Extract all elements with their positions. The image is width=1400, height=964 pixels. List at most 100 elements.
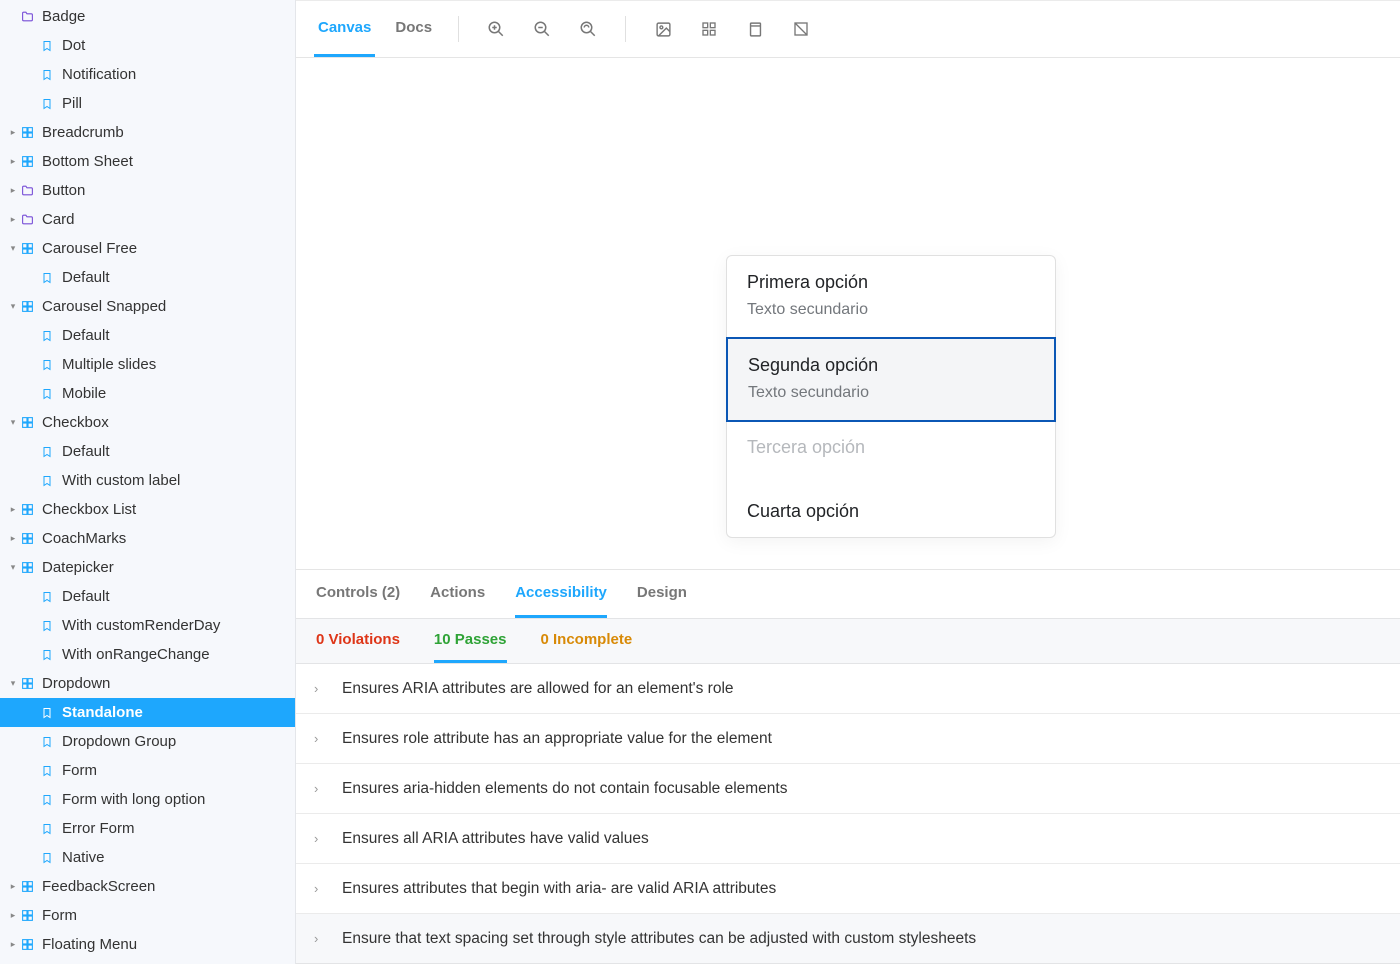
sidebar-item-datepicker[interactable]: ▾ Datepicker	[0, 553, 295, 582]
sidebar-item-label: FeedbackScreen	[42, 879, 155, 894]
zoom-out-icon[interactable]	[527, 14, 557, 44]
dropdown-component: Primera opción Texto secundario Segunda …	[726, 255, 1056, 538]
background-icon[interactable]	[648, 14, 678, 44]
sidebar-item-dropdown[interactable]: ▾Dropdown	[0, 669, 295, 698]
option-subtitle: Texto secundario	[747, 301, 1035, 319]
sidebar-item-default[interactable]: ▸Default	[0, 582, 295, 611]
sidebar-item-feedbackscreen[interactable]: ▸FeedbackScreen	[0, 872, 295, 901]
folder-icon	[18, 184, 36, 197]
zoom-reset-icon[interactable]	[573, 14, 603, 44]
chevron-right-icon: ▸	[8, 157, 18, 166]
chevron-down-icon: ▾	[8, 418, 18, 427]
measure-icon[interactable]	[786, 14, 816, 44]
dropdown-option[interactable]: Cuarta opción	[727, 485, 1055, 537]
sidebar-item-label: Button	[42, 183, 85, 198]
chevron-down-icon: ▾	[8, 244, 18, 253]
sidebar-item-card[interactable]: ▸Card	[0, 205, 295, 234]
chevron-down-icon: ▾	[8, 563, 18, 572]
bookmark-icon	[38, 359, 56, 371]
tab-docs[interactable]: Docs	[391, 1, 436, 57]
sidebar-item-with-onrangechange[interactable]: ▸With onRangeChange	[0, 640, 295, 669]
a11y-result-text: Ensure that text spacing set through sty…	[342, 930, 976, 948]
sidebar-item-label: Multiple slides	[62, 357, 156, 372]
sidebar-item-with-custom-label[interactable]: ▸With custom label	[0, 466, 295, 495]
sidebar-item-label: Carousel Free	[42, 241, 137, 256]
sidebar-item-dropdown-group[interactable]: ▸Dropdown Group	[0, 727, 295, 756]
addon-panel: Controls (2) Actions Accessibility Desig…	[296, 569, 1400, 964]
tab-controls[interactable]: Controls (2)	[316, 570, 400, 618]
subtab-incomplete[interactable]: 0 Incomplete	[541, 619, 633, 663]
zoom-in-icon[interactable]	[481, 14, 511, 44]
chevron-right-icon: ▸	[8, 186, 18, 195]
sidebar: ▸Badge▸Dot▸Notification▸Pill▸Breadcrumb▸…	[0, 0, 296, 964]
sidebar-item-floating-menu[interactable]: ▸ Floating Menu	[0, 930, 295, 959]
chevron-right-icon: ›	[314, 681, 328, 696]
sidebar-item-label: Form	[42, 908, 77, 923]
sidebar-item-mobile[interactable]: ▸Mobile	[0, 379, 295, 408]
chevron-right-icon: ▸	[8, 215, 18, 224]
sidebar-item-pill[interactable]: ▸Pill	[0, 89, 295, 118]
sidebar-item-form-with-long-option[interactable]: ▸Form with long option	[0, 785, 295, 814]
sidebar-item-carousel-free[interactable]: ▾ Carousel Free	[0, 234, 295, 263]
subtab-passes[interactable]: 10 Passes	[434, 619, 507, 663]
viewport-icon[interactable]	[740, 14, 770, 44]
sidebar-item-form[interactable]: ▸Form	[0, 756, 295, 785]
sidebar-item-carousel-snapped[interactable]: ▾Carousel Snapped	[0, 292, 295, 321]
sidebar-item-label: Dropdown Group	[62, 734, 176, 749]
canvas-preview: Primera opción Texto secundario Segunda …	[296, 58, 1400, 569]
a11y-result-row[interactable]: ›Ensure that text spacing set through st…	[296, 914, 1400, 964]
option-title: Primera opción	[747, 272, 1035, 293]
a11y-result-row[interactable]: ›Ensures attributes that begin with aria…	[296, 864, 1400, 914]
sidebar-item-multiple-slides[interactable]: ▸Multiple slides	[0, 350, 295, 379]
a11y-results: ›Ensures ARIA attributes are allowed for…	[296, 664, 1400, 964]
grid-icon[interactable]	[694, 14, 724, 44]
a11y-result-row[interactable]: ›Ensures all ARIA attributes have valid …	[296, 814, 1400, 864]
sidebar-item-native[interactable]: ▸Native	[0, 843, 295, 872]
separator	[625, 16, 626, 42]
panel-tabs: Controls (2) Actions Accessibility Desig…	[296, 570, 1400, 618]
bookmark-icon	[38, 388, 56, 400]
subtab-violations[interactable]: 0 Violations	[316, 619, 400, 663]
sidebar-item-with-customrenderday[interactable]: ▸With customRenderDay	[0, 611, 295, 640]
sidebar-item-label: Datepicker	[42, 560, 114, 575]
option-subtitle: Texto secundario	[748, 384, 1034, 402]
component-icon	[18, 155, 36, 168]
sidebar-item-bottom-sheet[interactable]: ▸Bottom Sheet	[0, 147, 295, 176]
sidebar-item-label: Dot	[62, 38, 85, 53]
sidebar-item-checkbox-list[interactable]: ▸Checkbox List	[0, 495, 295, 524]
sidebar-item-label: Breadcrumb	[42, 125, 124, 140]
sidebar-item-button[interactable]: ▸ Button	[0, 176, 295, 205]
a11y-result-text: Ensures role attribute has an appropriat…	[342, 730, 772, 748]
tab-accessibility[interactable]: Accessibility	[515, 570, 607, 618]
component-icon	[18, 532, 36, 545]
sidebar-item-notification[interactable]: ▸Notification	[0, 60, 295, 89]
sidebar-item-badge[interactable]: ▸Badge	[0, 2, 295, 31]
sidebar-item-default[interactable]: ▸Default	[0, 263, 295, 292]
tab-canvas[interactable]: Canvas	[314, 1, 375, 57]
sidebar-item-breadcrumb[interactable]: ▸Breadcrumb	[0, 118, 295, 147]
dropdown-option-selected[interactable]: Segunda opción Texto secundario	[726, 337, 1056, 422]
sidebar-item-label: Default	[62, 589, 110, 604]
tab-actions[interactable]: Actions	[430, 570, 485, 618]
sidebar-item-checkbox[interactable]: ▾Checkbox	[0, 408, 295, 437]
sidebar-item-default[interactable]: ▸Default	[0, 437, 295, 466]
dropdown-option[interactable]: Primera opción Texto secundario	[727, 256, 1055, 338]
component-icon	[18, 126, 36, 139]
bookmark-icon	[38, 98, 56, 110]
sidebar-item-error-form[interactable]: ▸Error Form	[0, 814, 295, 843]
chevron-right-icon: ▸	[8, 940, 18, 949]
a11y-result-row[interactable]: ›Ensures ARIA attributes are allowed for…	[296, 664, 1400, 714]
a11y-result-row[interactable]: ›Ensures role attribute has an appropria…	[296, 714, 1400, 764]
bookmark-icon	[38, 794, 56, 806]
folder-icon	[18, 213, 36, 226]
sidebar-item-default[interactable]: ▸Default	[0, 321, 295, 350]
a11y-result-row[interactable]: ›Ensures aria-hidden elements do not con…	[296, 764, 1400, 814]
sidebar-item-dot[interactable]: ▸Dot	[0, 31, 295, 60]
tab-design[interactable]: Design	[637, 570, 687, 618]
sidebar-item-label: Floating Menu	[42, 937, 137, 952]
sidebar-item-form[interactable]: ▸Form	[0, 901, 295, 930]
sidebar-item-label: Default	[62, 444, 110, 459]
sidebar-item-standalone[interactable]: ▸Standalone	[0, 698, 295, 727]
component-icon	[18, 561, 36, 574]
sidebar-item-coachmarks[interactable]: ▸CoachMarks	[0, 524, 295, 553]
